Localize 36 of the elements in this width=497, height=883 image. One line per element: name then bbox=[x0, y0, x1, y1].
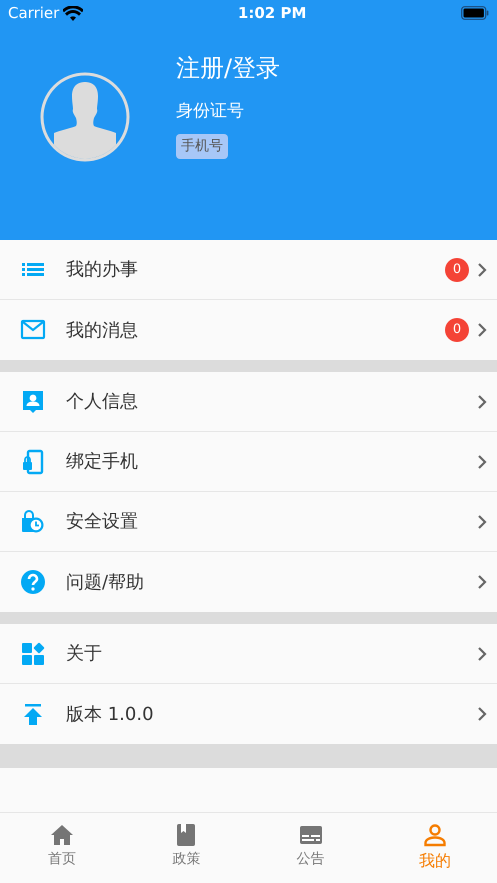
user-icon bbox=[422, 823, 447, 847]
menu-label: 个人信息 bbox=[66, 390, 139, 414]
menu-label: 绑定手机 bbox=[66, 450, 139, 474]
id-number-label: 身份证号 bbox=[176, 100, 244, 123]
chevron-icon bbox=[477, 454, 487, 470]
chevron-icon bbox=[477, 394, 487, 410]
tiles-icon bbox=[20, 640, 46, 666]
phone-lock-icon bbox=[20, 448, 46, 474]
wifi-icon bbox=[63, 6, 84, 20]
chevron-icon bbox=[477, 574, 487, 590]
home-icon bbox=[50, 823, 74, 847]
tab-button[interactable]: 首页 bbox=[0, 813, 124, 883]
chevron-icon bbox=[477, 706, 487, 722]
carrier-label: Carrier bbox=[8, 2, 60, 24]
menu-label: 安全设置 bbox=[66, 510, 139, 534]
chevron-icon bbox=[477, 646, 487, 662]
count-badge: 0 bbox=[445, 258, 469, 282]
battery-icon bbox=[460, 6, 489, 20]
avatar-icon bbox=[40, 72, 130, 162]
tab-button[interactable]: 政策 bbox=[124, 813, 248, 883]
help-icon bbox=[20, 569, 46, 595]
menu-label: 关于 bbox=[66, 642, 103, 666]
chevron-icon bbox=[477, 514, 487, 530]
phone-tag: 手机号 bbox=[176, 134, 228, 160]
status-time: 1:02 PM bbox=[238, 2, 306, 24]
board-icon bbox=[298, 823, 323, 847]
menu-label: 我的办事 bbox=[66, 258, 139, 282]
chevron-icon bbox=[477, 262, 487, 278]
tab-button[interactable]: 公告 bbox=[248, 813, 373, 883]
bag-clock-icon bbox=[20, 508, 46, 534]
menu-label: 我的消息 bbox=[66, 318, 139, 342]
menu-label: 版本 1.0.0 bbox=[66, 702, 155, 726]
count-badge: 0 bbox=[445, 318, 469, 342]
contact-icon bbox=[20, 388, 46, 414]
chevron-icon bbox=[477, 322, 487, 338]
menu-label: 问题/帮助 bbox=[66, 570, 146, 594]
